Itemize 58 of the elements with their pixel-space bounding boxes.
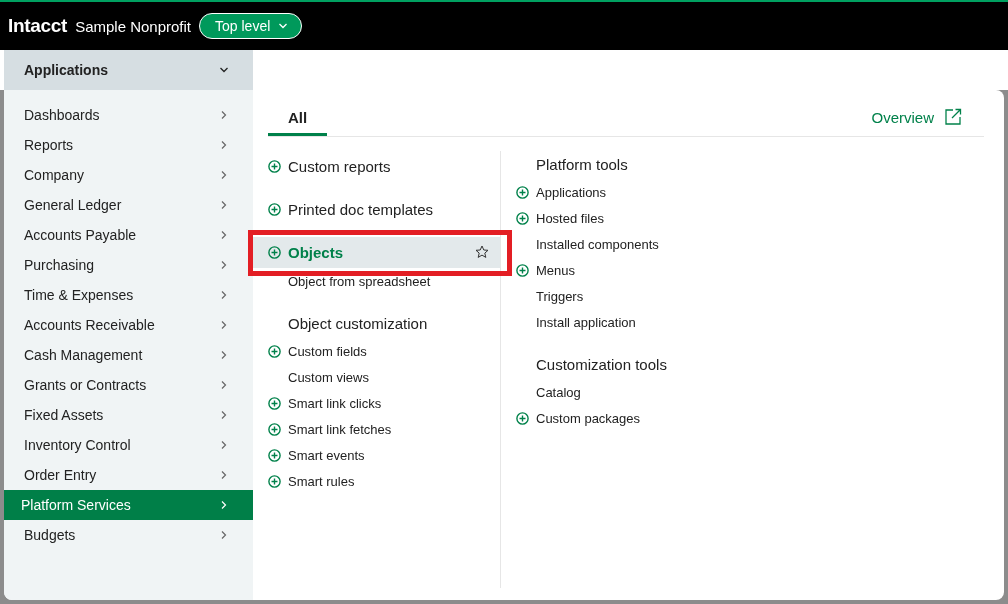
chevron-right-icon [219,170,229,180]
entity-dropdown[interactable]: Top level [199,13,303,39]
sidebar-item[interactable]: Company [4,160,253,190]
sidebar-item[interactable]: Cash Management [4,340,253,370]
section-heading: Customization tools [535,355,667,375]
section-heading: Object customization [287,314,429,334]
sidebar-item[interactable]: Reports [4,130,253,160]
chevron-right-icon [219,200,229,210]
star-icon [475,245,489,259]
chevron-right-icon [219,470,229,480]
company-name: Sample Nonprofit [75,17,192,35]
sidebar-item[interactable]: Grants or Contracts [4,370,253,400]
menu-link[interactable]: Smart rules [268,468,500,494]
menu-link[interactable]: Install application [516,309,667,335]
menu-link[interactable]: Smart link clicks [268,390,500,416]
menu-link[interactable]: Installed components [516,231,667,257]
sidebar-item[interactable]: Budgets [4,520,253,550]
menu-link[interactable]: Smart link fetches [268,416,500,442]
chevron-right-icon [219,350,229,360]
chevron-right-icon [219,140,229,150]
menu-link[interactable]: Triggers [516,283,667,309]
sidebar-item[interactable]: Inventory Control [4,430,253,460]
menu-link[interactable]: Object from spreadsheet [268,268,500,294]
overview-link[interactable]: Overview [871,108,962,126]
menu-link[interactable]: Applications [516,179,667,205]
menu-link[interactable]: Printed doc templates [268,194,500,225]
menu-link[interactable]: Hosted files [516,205,667,231]
menu-link[interactable]: Custom packages [516,405,667,431]
sidebar-item[interactable]: Fixed Assets [4,400,253,430]
chevron-right-icon [219,110,229,120]
menu-link[interactable]: Catalog [516,379,667,405]
menu-link[interactable]: Smart events [268,442,500,468]
tab[interactable]: All [268,98,328,136]
menu-link[interactable]: Menus [516,257,667,283]
applications-menu-button[interactable]: Applications [4,50,253,90]
sidebar-item[interactable]: Time & Expenses [4,280,253,310]
chevron-right-icon [219,290,229,300]
chevron-right-icon [219,410,229,420]
sidebar-item[interactable]: General Ledger [4,190,253,220]
sidebar-item[interactable]: Accounts Receivable [4,310,253,340]
chevron-right-icon [219,440,229,450]
caret-icon [219,65,229,75]
sidebar-item[interactable]: Platform Services [4,490,253,520]
menu-link[interactable]: Custom views [268,364,500,390]
chevron-right-icon [219,380,229,390]
caret-icon [278,21,289,31]
chevron-right-icon [219,500,229,510]
chevron-right-icon [219,530,229,540]
menu-link[interactable]: Custom fields [268,338,500,364]
sidebar-item[interactable]: Dashboards [4,100,253,130]
brand-name: Intacct [8,15,68,37]
chevron-right-icon [219,320,229,330]
external-link-icon [944,108,962,126]
chevron-right-icon [219,230,229,240]
menu-link[interactable]: Custom reports [268,151,500,182]
section-heading: Platform tools [535,155,629,175]
chevron-right-icon [219,260,229,270]
sidebar-item[interactable]: Order Entry [4,460,253,490]
